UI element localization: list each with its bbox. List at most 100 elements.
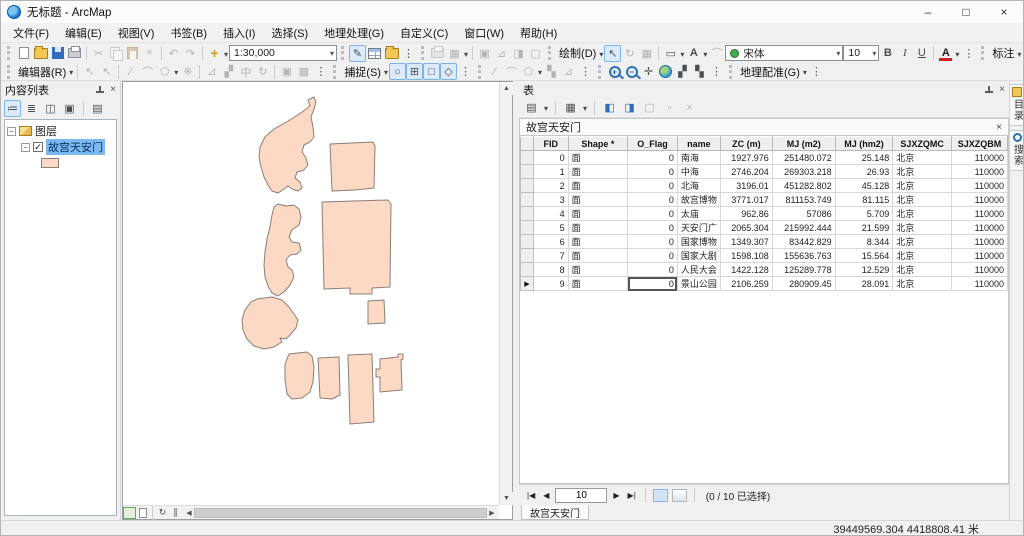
open-table-button[interactable] — [366, 45, 383, 62]
delete-button[interactable]: × — [141, 45, 158, 62]
reshape-feature-button[interactable]: ⊿ — [203, 63, 220, 80]
cell[interactable]: 面 — [568, 179, 628, 193]
polygon-forbidden-city[interactable] — [322, 200, 391, 294]
cell[interactable]: 北京 — [893, 263, 952, 277]
toolbar-grip[interactable] — [421, 46, 426, 60]
toolbar-grip[interactable] — [598, 65, 603, 79]
cell[interactable]: 太庙 — [677, 207, 720, 221]
cell[interactable]: 280909.45 — [772, 277, 835, 291]
topology-dropdown-icon[interactable]: ▾ — [464, 50, 468, 59]
map-horizontal-scrollbar[interactable]: ◀ ▶ — [184, 507, 497, 519]
cell[interactable]: 中海 — [677, 165, 720, 179]
related-tables-button[interactable]: ▦ — [562, 99, 579, 116]
select-by-attributes-button[interactable]: ◧ — [601, 99, 618, 116]
cell[interactable]: 面 — [568, 221, 628, 235]
menu-item[interactable]: 选择(S) — [263, 22, 316, 44]
menu-item[interactable]: 编辑(E) — [57, 22, 110, 44]
cell[interactable]: 5.709 — [835, 207, 893, 221]
cell[interactable]: 故宫博物 — [677, 193, 720, 207]
full-extent-button[interactable] — [657, 63, 674, 80]
cell[interactable]: 155636.763 — [772, 249, 835, 263]
cell[interactable]: 45.128 — [835, 179, 893, 193]
menu-item[interactable]: 地理处理(G) — [316, 22, 392, 44]
cell[interactable]: 57086 — [772, 207, 835, 221]
polygon-tiananmen-square[interactable] — [348, 354, 374, 424]
search-side-tab[interactable]: 搜索 — [1010, 130, 1024, 171]
cell[interactable]: 面 — [568, 249, 628, 263]
scroll-up-icon[interactable]: ▲ — [500, 82, 513, 95]
cell[interactable]: 0 — [628, 207, 678, 221]
cell[interactable]: 110000 — [952, 277, 1008, 291]
polygon-beihai[interactable] — [259, 97, 316, 193]
toolbar-overflow-button[interactable]: ⋮ — [457, 63, 474, 80]
cell[interactable]: 北京 — [893, 277, 952, 291]
polygon-national-theatre[interactable] — [285, 352, 314, 399]
list-by-selection-button[interactable]: ▣ — [61, 100, 78, 117]
menu-item[interactable]: 视图(V) — [110, 22, 163, 44]
minimize-button[interactable]: – — [909, 1, 947, 23]
trace-tool-button[interactable]: ⬠ — [156, 63, 173, 80]
layer-visibility-checkbox[interactable]: ✓ — [33, 142, 43, 152]
toolbar-overflow-button[interactable]: ⋮ — [312, 63, 329, 80]
toolbar-grip[interactable] — [729, 65, 734, 79]
cell[interactable]: 6 — [533, 235, 568, 249]
row-selector[interactable]: ▶ — [521, 277, 534, 291]
cell[interactable]: 北海 — [677, 179, 720, 193]
cell[interactable]: 0 — [628, 221, 678, 235]
undo-button[interactable]: ↶ — [165, 45, 182, 62]
cell[interactable]: 2065.304 — [720, 221, 772, 235]
cell[interactable]: 景山公园 — [677, 277, 720, 291]
text-tool-button[interactable]: A — [685, 45, 702, 62]
menu-item[interactable]: 书签(B) — [162, 22, 215, 44]
cell[interactable]: 8 — [533, 263, 568, 277]
row-selector[interactable] — [521, 151, 534, 165]
polygon-national-museum[interactable] — [376, 354, 403, 392]
current-record-input[interactable] — [555, 488, 607, 503]
cell[interactable]: 110000 — [952, 235, 1008, 249]
data-view-button[interactable] — [123, 507, 136, 519]
cell[interactable]: 8.344 — [835, 235, 893, 249]
cell[interactable]: 110000 — [952, 221, 1008, 235]
column-header-fid[interactable]: FID — [533, 137, 568, 151]
list-by-source-button[interactable]: ≣ — [23, 100, 40, 117]
cell[interactable]: 962.86 — [720, 207, 772, 221]
open-button[interactable] — [32, 45, 49, 62]
point-tool-button[interactable]: ※ — [179, 63, 196, 80]
menu-item[interactable]: 窗口(W) — [456, 22, 512, 44]
column-header-mjm2[interactable]: MJ (m2) — [772, 137, 835, 151]
cell[interactable]: 天安门广 — [677, 221, 720, 235]
cell[interactable]: 北京 — [893, 221, 952, 235]
menu-item[interactable]: 文件(F) — [5, 22, 57, 44]
row-selector[interactable] — [521, 165, 534, 179]
cell[interactable]: 北京 — [893, 207, 952, 221]
scrollbar-thumb[interactable] — [194, 508, 487, 518]
row-selector[interactable] — [521, 207, 534, 221]
cell[interactable]: 面 — [568, 235, 628, 249]
cell[interactable]: 1 — [533, 165, 568, 179]
cell[interactable]: 面 — [568, 165, 628, 179]
cell[interactable]: 0 — [628, 249, 678, 263]
polygon-taimiao[interactable] — [368, 300, 385, 324]
catalog-window-button[interactable] — [383, 45, 400, 62]
save-button[interactable] — [49, 45, 66, 62]
cell[interactable]: 0 — [628, 277, 678, 291]
topology-inspector-button[interactable]: ▢ — [527, 45, 544, 62]
topology-fix-button[interactable]: ◨ — [510, 45, 527, 62]
toc-root-label[interactable]: 图层 — [35, 123, 57, 139]
cell[interactable]: 北京 — [893, 165, 952, 179]
cell[interactable]: 9 — [533, 277, 568, 291]
snapping-menu-label[interactable]: 捕捉(S) — [341, 64, 383, 80]
column-header-oflag[interactable]: O_Flag — [628, 137, 678, 151]
column-header-mjhm2[interactable]: MJ (hm2) — [835, 137, 893, 151]
toolbar-grip[interactable] — [333, 65, 338, 79]
annotation-menu-label[interactable]: 标注 — [989, 45, 1016, 61]
cell[interactable]: 0 — [628, 235, 678, 249]
redo-button[interactable]: ↷ — [182, 45, 199, 62]
annotation-dropdown-icon[interactable]: ▾ — [1017, 50, 1021, 59]
georeferencing-dropdown-icon[interactable]: ▾ — [803, 68, 807, 77]
cell[interactable]: 面 — [568, 263, 628, 277]
font-color-button[interactable]: A — [937, 45, 954, 62]
toc-symbol-row[interactable] — [7, 155, 114, 171]
cell[interactable]: 0 — [533, 151, 568, 165]
construction-dropdown-icon[interactable]: ▾ — [174, 68, 178, 77]
